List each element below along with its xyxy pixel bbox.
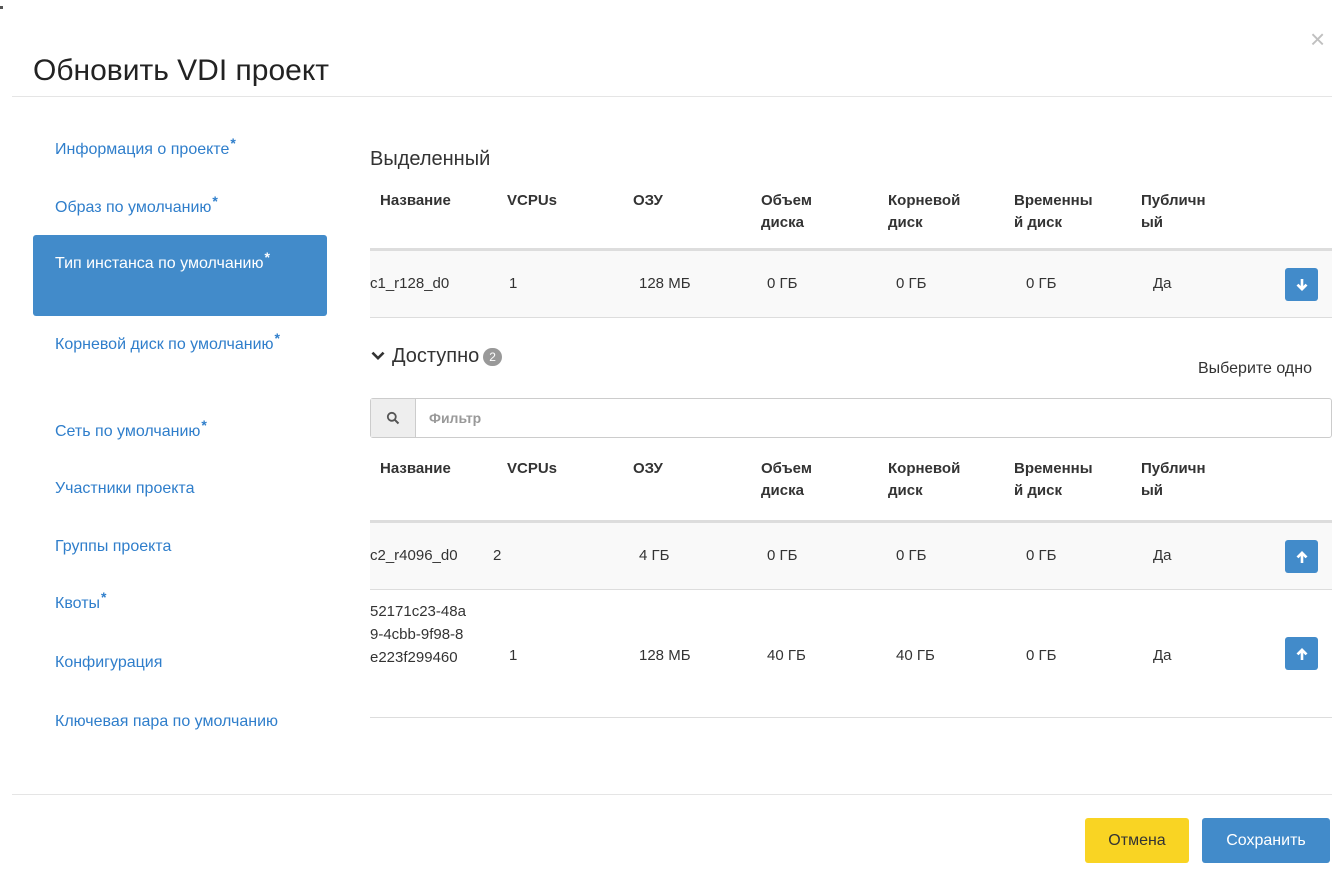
footer-divider <box>12 794 1332 795</box>
nav-item-label: Группы проекта <box>55 538 172 555</box>
cell-ram: 128 МБ <box>639 647 691 664</box>
nav-item-label: Квоты <box>55 595 101 612</box>
deallocate-button[interactable] <box>1285 268 1318 301</box>
nav-item-default-keypair[interactable]: Ключевая пара по умолчанию <box>33 708 327 764</box>
col-disk[interactable]: Объем диска <box>761 190 841 234</box>
required-marker: * <box>212 193 218 209</box>
nav-item-project-groups[interactable]: Группы проекта <box>33 530 327 570</box>
available-heading: Доступно <box>392 345 480 367</box>
col-ram[interactable]: ОЗУ <box>633 190 663 212</box>
nav-item-default-image[interactable]: Образ по умолчанию* <box>33 190 327 230</box>
required-marker: * <box>201 417 207 433</box>
nav-item-label: Тип инстанса по умолчанию <box>55 255 264 272</box>
cancel-button[interactable]: Отмена <box>1085 818 1189 863</box>
arrow-down-icon <box>1296 278 1307 291</box>
available-count-badge: 2 <box>483 347 502 366</box>
filter-input[interactable] <box>417 399 1332 437</box>
required-marker: * <box>274 330 280 346</box>
col-ram[interactable]: ОЗУ <box>633 458 663 480</box>
allocated-table-header: Название VCPUs ОЗУ Объем диска Корневой … <box>370 190 1332 250</box>
col-disk[interactable]: Объем диска <box>761 458 841 502</box>
allocate-button[interactable] <box>1285 540 1318 573</box>
cell-root-disk: 0 ГБ <box>896 547 927 564</box>
available-table-header: Название VCPUs ОЗУ Объем диска Корневой … <box>370 458 1332 518</box>
table-divider <box>370 717 1332 718</box>
table-divider <box>370 317 1332 318</box>
arrow-up-icon <box>1296 550 1307 563</box>
search-icon <box>386 411 400 425</box>
col-name[interactable]: Название <box>380 458 451 480</box>
nav-item-label: Сеть по умолчанию <box>55 423 201 440</box>
allocate-button[interactable] <box>1285 637 1318 670</box>
nav-item-default-network[interactable]: Сеть по умолчанию* <box>33 414 327 454</box>
cell-name: c1_r128_d0 <box>370 275 450 292</box>
nav-item-label: Корневой диск по умолчанию <box>55 336 274 353</box>
cell-root-disk: 0 ГБ <box>896 275 927 292</box>
close-icon[interactable]: × <box>1310 26 1325 52</box>
cell-vcpus: 1 <box>509 647 518 664</box>
table-row: 52171c23-48a9-4cbb-9f98-8e223f299460 1 1… <box>370 590 1332 717</box>
arrow-up-icon <box>1296 647 1307 660</box>
save-button[interactable]: Сохранить <box>1202 818 1330 863</box>
available-toggle[interactable]: Доступно 2 <box>370 345 502 368</box>
nav-item-quotas[interactable]: Квоты* <box>33 586 327 626</box>
col-public[interactable]: Публичный <box>1141 458 1213 502</box>
col-root-disk[interactable]: Корневой диск <box>888 458 983 502</box>
cell-ephemeral: 0 ГБ <box>1026 275 1057 292</box>
required-marker: * <box>230 135 236 151</box>
col-public[interactable]: Публичный <box>1141 190 1213 234</box>
cell-public: Да <box>1153 275 1172 292</box>
nav-item-configuration[interactable]: Конфигурация <box>33 646 327 686</box>
allocated-heading: Выделенный <box>370 148 491 170</box>
cell-ram: 128 МБ <box>639 275 691 292</box>
nav-item-label: Участники проекта <box>55 480 195 497</box>
nav-item-label: Ключевая пара по умолчанию <box>55 713 279 730</box>
cell-public: Да <box>1153 547 1172 564</box>
col-root-disk[interactable]: Корневой диск <box>888 190 983 234</box>
cell-root-disk: 40 ГБ <box>896 647 935 664</box>
required-marker: * <box>264 249 270 265</box>
nav-item-project-info[interactable]: Информация о проекте* <box>33 132 327 172</box>
cell-ram: 4 ГБ <box>639 547 670 564</box>
cell-public: Да <box>1153 647 1172 664</box>
nav-item-label: Информация о проекте <box>55 141 230 158</box>
cell-ephemeral: 0 ГБ <box>1026 547 1057 564</box>
search-icon-addon <box>371 399 416 437</box>
table-row: c1_r128_d0 1 128 МБ 0 ГБ 0 ГБ 0 ГБ Да <box>370 251 1332 317</box>
nav-item-project-members[interactable]: Участники проекта <box>33 472 327 512</box>
col-ephemeral[interactable]: Временный диск <box>1014 190 1094 234</box>
filter-bar <box>370 398 1332 438</box>
cell-disk: 0 ГБ <box>767 275 798 292</box>
corner-mark <box>0 6 3 9</box>
cell-vcpus: 2 <box>493 547 502 564</box>
col-vcpus[interactable]: VCPUs <box>507 458 557 480</box>
header-divider <box>12 96 1332 97</box>
cell-disk: 0 ГБ <box>767 547 798 564</box>
cell-vcpus: 1 <box>509 275 518 292</box>
cell-ephemeral: 0 ГБ <box>1026 647 1057 664</box>
table-row: c2_r4096_d0 2 4 ГБ 0 ГБ 0 ГБ 0 ГБ Да <box>370 523 1332 589</box>
nav-item-label: Конфигурация <box>55 654 163 671</box>
required-marker: * <box>101 589 107 605</box>
modal-title: Обновить VDI проект <box>33 54 330 87</box>
nav-item-default-root-disk[interactable]: Корневой диск по умолчанию* <box>33 330 327 386</box>
cell-name: 52171c23-48a9-4cbb-9f98-8e223f299460 <box>370 603 466 666</box>
cell-name: c2_r4096_d0 <box>370 547 458 564</box>
cell-disk: 40 ГБ <box>767 647 806 664</box>
select-one-hint: Выберите одно <box>1198 360 1312 377</box>
col-name[interactable]: Название <box>380 190 451 212</box>
nav-item-label: Образ по умолчанию <box>55 199 212 216</box>
col-vcpus[interactable]: VCPUs <box>507 190 557 212</box>
col-ephemeral[interactable]: Временный диск <box>1014 458 1094 502</box>
nav-item-default-flavor[interactable]: Тип инстанса по умолчанию* <box>33 235 327 316</box>
chevron-down-icon <box>371 351 385 360</box>
